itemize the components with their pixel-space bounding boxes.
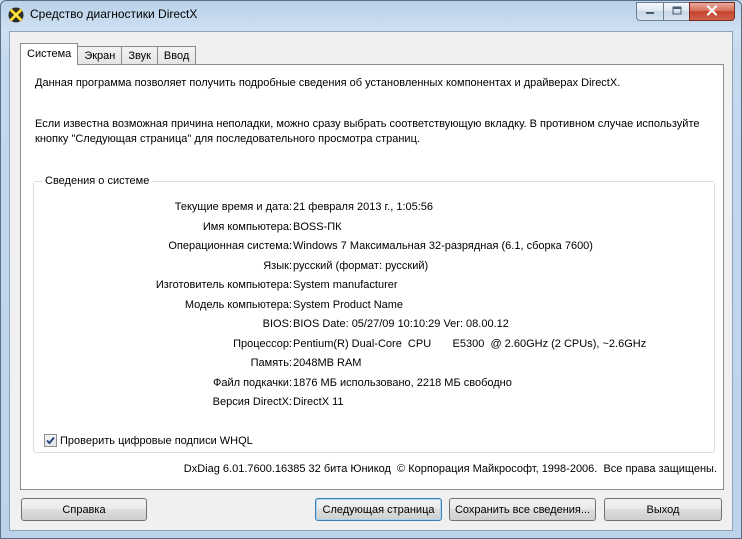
tab-system[interactable]: Система bbox=[20, 43, 79, 65]
maximize-button[interactable] bbox=[663, 2, 689, 21]
checkmark-icon bbox=[46, 436, 55, 445]
info-label: BIOS: bbox=[262, 318, 292, 330]
info-value: Windows 7 Максимальная 32-разрядная (6.1… bbox=[293, 240, 593, 252]
info-label: Файл подкачки: bbox=[212, 376, 292, 389]
info-value: 21 февраля 2013 г., 1:05:56 bbox=[293, 201, 434, 213]
whql-label: Проверить цифровые подписи WHQL bbox=[60, 434, 253, 447]
intro-text: Данная программа позволяет получить подр… bbox=[35, 77, 621, 89]
tab-display[interactable]: Экран bbox=[77, 46, 123, 65]
save-all-info-button[interactable]: Сохранить все сведения... bbox=[449, 498, 596, 521]
whql-check-option[interactable]: Проверить цифровые подписи WHQL bbox=[44, 434, 253, 447]
info-label: Текущие время и дата: bbox=[174, 201, 292, 213]
info-row-model: Модель компьютера: System Product Name bbox=[34, 299, 714, 314]
info-row-manufacturer: Изготовитель компьютера: System manufact… bbox=[34, 279, 714, 294]
info-row-computer-name: Имя компьютера: BOSS-ПК bbox=[34, 221, 714, 236]
info-label: Имя компьютера: bbox=[202, 220, 292, 233]
info-label: Изготовитель компьютера: bbox=[155, 279, 292, 291]
dialog-body: Система Экран Звук Ввод Данная программа… bbox=[9, 31, 733, 531]
exit-button[interactable]: Выход bbox=[604, 498, 722, 521]
info-row-language: Язык: русский (формат: русский) bbox=[34, 260, 714, 275]
whql-checkbox[interactable] bbox=[44, 434, 57, 447]
info-row-os: Операционная система: Windows 7 Максимал… bbox=[34, 240, 714, 255]
info-label: Память: bbox=[250, 357, 292, 369]
info-label: Операционная система: bbox=[168, 240, 292, 252]
minimize-icon bbox=[645, 6, 655, 18]
window-title: Средство диагностики DirectX bbox=[30, 7, 198, 21]
info-label: Язык: bbox=[263, 259, 292, 272]
tab-sound[interactable]: Звук bbox=[121, 46, 158, 65]
info-row-directx-version: Версия DirectX: DirectX 11 bbox=[34, 396, 714, 411]
info-row-bios: BIOS: BIOS Date: 05/27/09 10:10:29 Ver: … bbox=[34, 318, 714, 333]
directx-x-icon bbox=[8, 7, 24, 23]
info-value: System Product Name bbox=[293, 298, 404, 311]
next-page-button[interactable]: Следующая страница bbox=[315, 498, 442, 521]
info-value: 2048MB RAM bbox=[293, 357, 362, 369]
info-row-datetime: Текущие время и дата: 21 февраля 2013 г.… bbox=[34, 201, 714, 216]
system-tab-content: Данная программа позволяет получить подр… bbox=[20, 64, 724, 490]
intro-hint: Если известна возможная причина неполадк… bbox=[35, 118, 700, 145]
dxdiag-window: Средство диагностики DirectX Система Экр… bbox=[0, 0, 742, 539]
help-button[interactable]: Справка bbox=[21, 498, 147, 521]
close-icon bbox=[706, 4, 718, 19]
info-value: System manufacturer bbox=[293, 279, 398, 291]
caption-buttons bbox=[636, 2, 735, 21]
system-info-group: Сведения о системе Текущие время и дата:… bbox=[33, 175, 715, 453]
tab-strip: Система Экран Звук Ввод bbox=[20, 43, 197, 65]
title-bar[interactable]: Средство диагностики DirectX bbox=[1, 1, 741, 29]
info-row-page-file: Файл подкачки: 1876 МБ использовано, 221… bbox=[34, 377, 714, 392]
info-value: BIOS Date: 05/27/09 10:10:29 Ver: 08.00.… bbox=[293, 318, 509, 330]
info-label: Модель компьютера: bbox=[184, 298, 292, 311]
info-value: DirectX 11 bbox=[293, 396, 344, 408]
info-value: Pentium(R) Dual-Core CPU E5300 @ 2.60GHz… bbox=[293, 337, 647, 350]
info-label: Процессор: bbox=[233, 337, 292, 350]
info-value: 1876 МБ использовано, 2218 МБ свободно bbox=[293, 376, 512, 389]
tab-input[interactable]: Ввод bbox=[156, 46, 197, 65]
info-row-memory: Память: 2048MB RAM bbox=[34, 357, 714, 372]
info-value: BOSS-ПК bbox=[293, 220, 342, 233]
info-row-processor: Процессор: Pentium(R) Dual-Core CPU E530… bbox=[34, 338, 714, 353]
close-button[interactable] bbox=[689, 2, 735, 21]
group-title: Сведения о системе bbox=[42, 175, 153, 187]
version-copyright-text: DxDiag 6.01.7600.16385 32 бита Юникод © … bbox=[183, 463, 717, 475]
info-label: Версия DirectX: bbox=[212, 396, 292, 408]
minimize-button[interactable] bbox=[636, 2, 663, 21]
info-value: русский (формат: русский) bbox=[293, 259, 429, 272]
maximize-icon bbox=[672, 6, 682, 18]
